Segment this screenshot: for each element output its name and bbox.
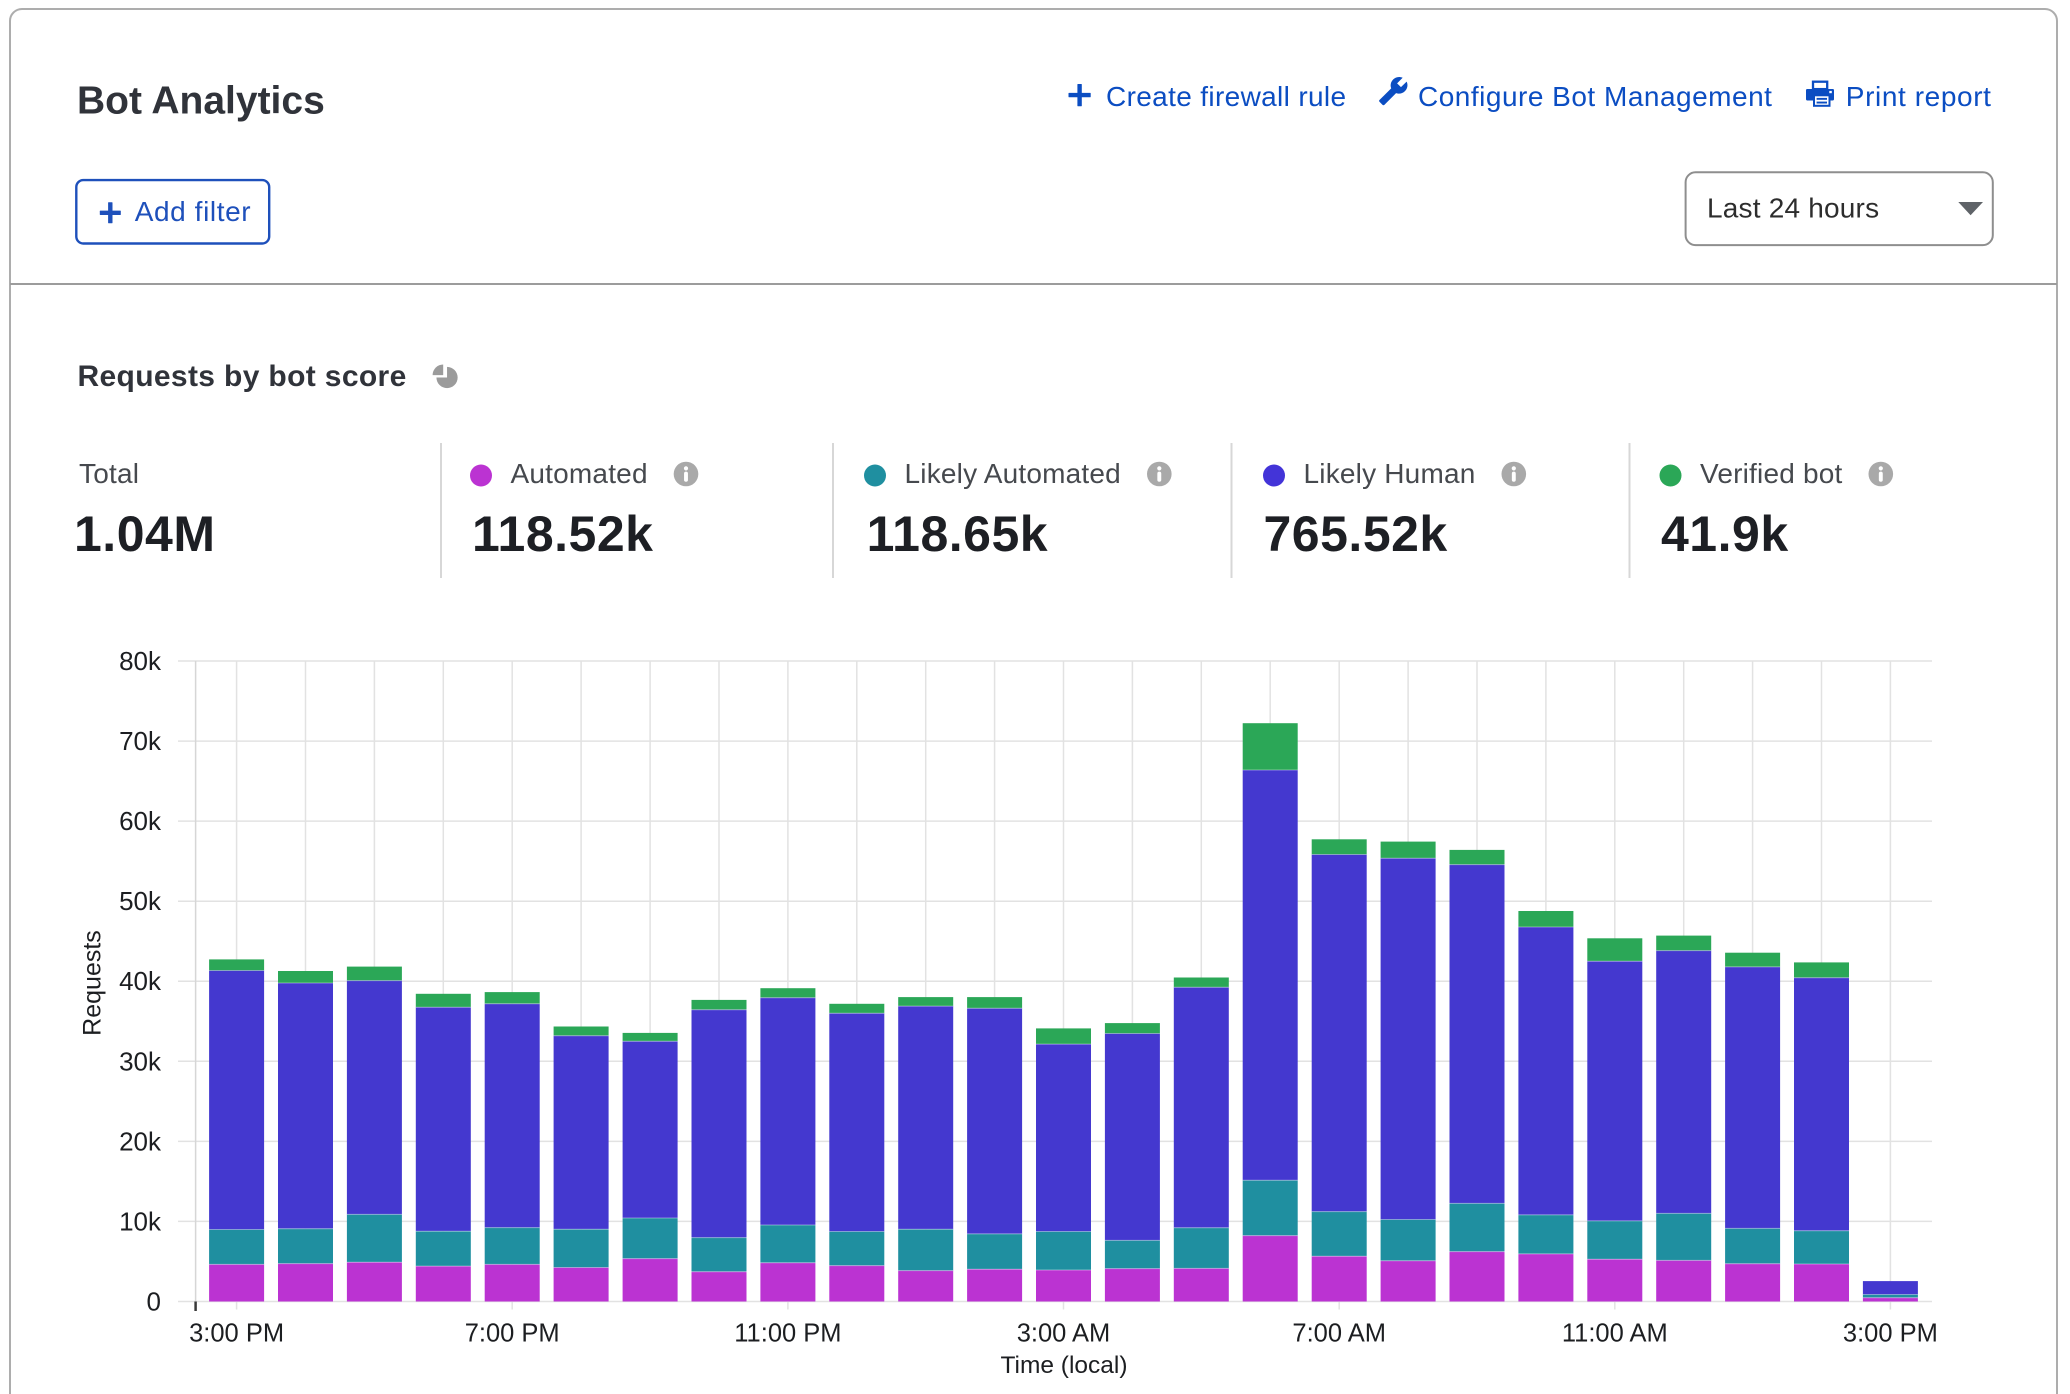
svg-text:60k: 60k: [119, 806, 162, 836]
svg-text:Add filter: Add filter: [135, 196, 252, 227]
svg-text:Time (local): Time (local): [1000, 1352, 1127, 1379]
svg-text:Print report: Print report: [1846, 81, 1992, 112]
svg-text:20k: 20k: [119, 1126, 162, 1156]
svg-text:Automated: Automated: [511, 458, 648, 489]
svg-text:Total: Total: [79, 458, 139, 489]
svg-text:Likely Automated: Likely Automated: [905, 458, 1121, 489]
svg-text:7:00 PM: 7:00 PM: [465, 1320, 560, 1348]
svg-text:40k: 40k: [119, 966, 162, 996]
svg-text:Configure Bot Management: Configure Bot Management: [1418, 81, 1772, 112]
svg-text:Requests: Requests: [79, 930, 107, 1036]
svg-text:Requests by bot score: Requests by bot score: [78, 360, 407, 393]
svg-text:11:00 AM: 11:00 AM: [1562, 1320, 1668, 1348]
svg-text:765.52k: 765.52k: [1264, 506, 1448, 562]
svg-text:Create firewall rule: Create firewall rule: [1106, 81, 1346, 112]
svg-text:3:00 PM: 3:00 PM: [1843, 1320, 1938, 1348]
svg-text:0: 0: [147, 1287, 161, 1317]
svg-text:118.65k: 118.65k: [867, 506, 1048, 562]
svg-text:1.04M: 1.04M: [74, 506, 215, 562]
svg-text:118.52k: 118.52k: [472, 506, 653, 562]
svg-text:Bot Analytics: Bot Analytics: [77, 80, 325, 123]
svg-text:7:00 AM: 7:00 AM: [1292, 1320, 1386, 1348]
svg-text:10k: 10k: [119, 1206, 162, 1236]
svg-text:3:00 AM: 3:00 AM: [1017, 1320, 1111, 1348]
svg-text:50k: 50k: [119, 886, 162, 916]
svg-text:Likely Human: Likely Human: [1304, 458, 1476, 489]
svg-text:3:00 PM: 3:00 PM: [189, 1320, 284, 1348]
svg-text:30k: 30k: [119, 1046, 162, 1076]
svg-text:Last 24 hours: Last 24 hours: [1707, 193, 1879, 224]
svg-text:70k: 70k: [119, 726, 162, 756]
svg-text:11:00 PM: 11:00 PM: [734, 1320, 841, 1348]
svg-text:80k: 80k: [119, 646, 162, 676]
svg-text:41.9k: 41.9k: [1661, 506, 1789, 562]
svg-text:Verified bot: Verified bot: [1700, 458, 1843, 489]
